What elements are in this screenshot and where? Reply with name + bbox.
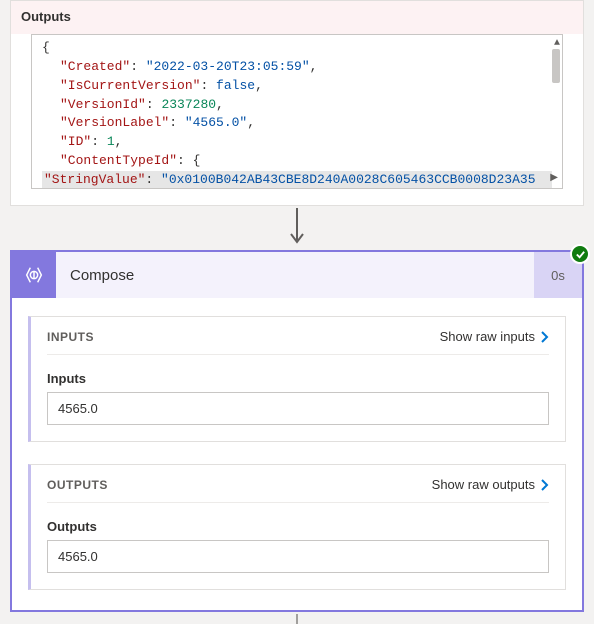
json-val-versionid: 2337280 <box>161 97 216 112</box>
outputs-section: OUTPUTS Show raw outputs Outputs 4565.0 <box>28 464 566 590</box>
arrow-down-icon <box>289 208 305 248</box>
json-val-stringvalue: "0x0100B042AB43CBE8D240A0028C605463CCB00… <box>161 172 535 187</box>
flow-connector <box>10 206 584 250</box>
chevron-right-icon <box>541 479 549 491</box>
compose-icon <box>23 264 45 286</box>
json-key-versionlabel: "VersionLabel" <box>60 115 169 130</box>
flow-connector-bottom <box>10 612 584 624</box>
scroll-right-icon[interactable]: ▶ <box>550 172 558 187</box>
show-raw-inputs-link[interactable]: Show raw inputs <box>440 329 549 344</box>
json-val-iscurrentversion: false <box>216 78 255 93</box>
inputs-value[interactable]: 4565.0 <box>47 392 549 425</box>
compose-icon-box <box>12 252 56 298</box>
json-open-contenttype: : { <box>177 153 200 168</box>
outputs-header: Outputs <box>11 1 583 34</box>
json-key-created: "Created" <box>60 59 130 74</box>
json-key-id: "ID" <box>60 134 91 149</box>
outputs-field-label: Outputs <box>47 519 549 534</box>
json-open-brace: { <box>42 40 50 55</box>
compose-body: INPUTS Show raw inputs Inputs 4565.0 OUT… <box>12 298 582 610</box>
json-key-versionid: "VersionId" <box>60 97 146 112</box>
checkmark-icon <box>575 249 586 260</box>
show-raw-outputs-link[interactable]: Show raw outputs <box>432 477 549 492</box>
success-badge <box>570 244 590 264</box>
show-raw-inputs-text: Show raw inputs <box>440 329 535 344</box>
json-key-contenttypeid: "ContentTypeId" <box>60 153 177 168</box>
json-key-stringvalue: "StringValue" <box>44 172 145 187</box>
outputs-value[interactable]: 4565.0 <box>47 540 549 573</box>
connector-line <box>296 614 298 624</box>
json-val-id: 1 <box>107 134 115 149</box>
outputs-section-label: OUTPUTS <box>47 478 108 492</box>
inputs-section-label: INPUTS <box>47 330 94 344</box>
json-val-versionlabel: "4565.0" <box>185 115 247 130</box>
scrollbar-thumb[interactable] <box>552 49 560 83</box>
show-raw-outputs-text: Show raw outputs <box>432 477 535 492</box>
json-output-viewer[interactable]: ▲ ▶ { "Created": "2022-03-20T23:05:59", … <box>31 34 563 189</box>
compose-header[interactable]: Compose 0s <box>12 252 582 298</box>
chevron-right-icon <box>541 331 549 343</box>
previous-action-card: Outputs ▲ ▶ { "Created": "2022-03-20T23:… <box>10 0 584 206</box>
inputs-section: INPUTS Show raw inputs Inputs 4565.0 <box>28 316 566 442</box>
json-val-created: "2022-03-20T23:05:59" <box>146 59 310 74</box>
json-key-iscurrentversion: "IsCurrentVersion" <box>60 78 200 93</box>
compose-action-card[interactable]: Compose 0s INPUTS Show raw inputs Inputs… <box>10 250 584 612</box>
inputs-field-label: Inputs <box>47 371 549 386</box>
compose-title: Compose <box>56 252 534 298</box>
